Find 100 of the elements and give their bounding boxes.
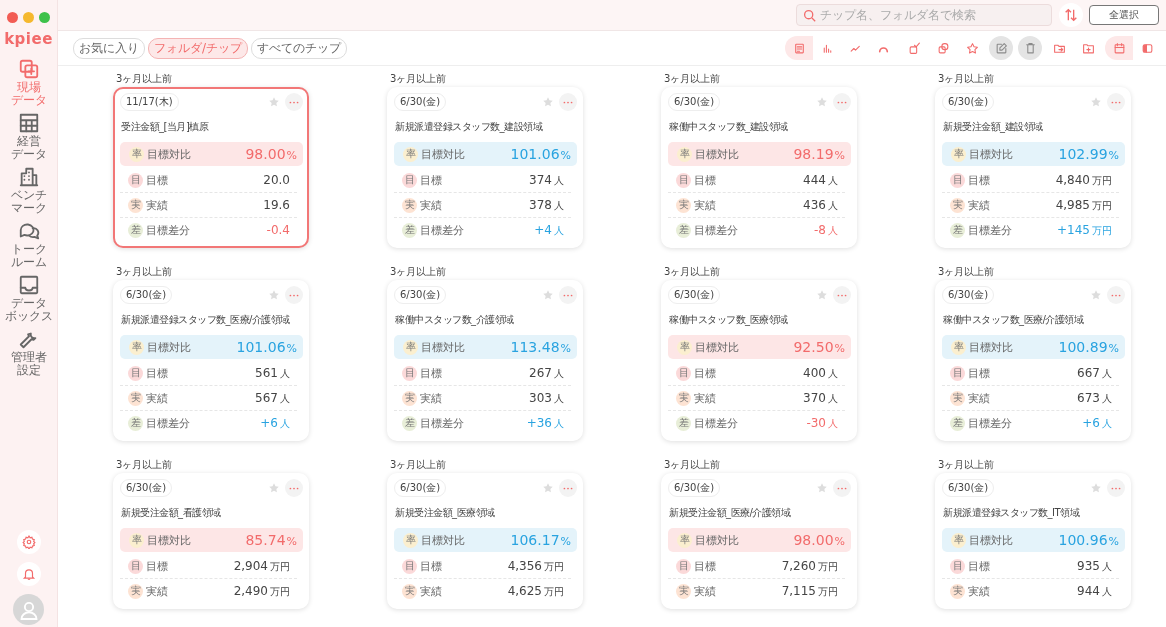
minimize-window-icon[interactable] (23, 12, 34, 23)
metric-badge: 率 (129, 532, 144, 548)
sort-button[interactable] (1059, 3, 1083, 27)
kpi-card[interactable]: 6/30(金) 稼働中スタッフ数_医療/介護領域 率 目標対比 100.89% 目 目標 667 人 実 実績 673 人 差 目標差分 +6 人 (935, 280, 1131, 441)
more-button[interactable] (833, 286, 851, 304)
kpi-card[interactable]: 6/30(金) 新規受注金額_看護領域 率 目標対比 85.74% 目 目標 2,904 万円 実 実績 2,490 万円 (113, 473, 309, 609)
favorite-star-icon[interactable] (542, 289, 554, 301)
more-button[interactable] (559, 286, 577, 304)
metric-label: 実績 (420, 390, 443, 406)
metric-label: 目標対比 (969, 146, 1014, 162)
select-all-button[interactable]: 全選択 (1089, 5, 1159, 25)
search-icon (803, 8, 816, 22)
favorite-star-icon[interactable] (268, 96, 280, 108)
edit-icon (994, 41, 1008, 55)
kpi-card[interactable]: 6/30(金) 稼働中スタッフ数_医療領域 率 目標対比 92.50% 目 目標 400 人 実 実績 370 人 差 目標差分 -30 人 (661, 280, 857, 441)
metric-label: 目標差分 (694, 222, 739, 238)
metric-label: 目標差分 (420, 222, 465, 238)
building-icon (17, 166, 40, 188)
more-button[interactable] (285, 286, 303, 304)
metric-badge: 差 (676, 415, 691, 431)
kpi-card[interactable]: 6/30(金) 稼働中スタッフ数_介護領域 率 目標対比 113.48% 目 目標 267 人 実 実績 303 人 差 目標差分 +36 人 (387, 280, 583, 441)
metric-badge: 率 (677, 339, 692, 355)
metric-value: 101.06% (236, 339, 297, 355)
kpi-card[interactable]: 6/30(金) 新規受注金額_医療領域 率 目標対比 106.17% 目 目標 4,356 万円 実 実績 4,625 万円 (387, 473, 583, 609)
period-label: 3ヶ月以上前 (937, 73, 996, 85)
kpi-card[interactable]: 6/30(金) 新規受注金額_医療/介護領域 率 目標対比 98.00% 目 目標 7,260 万円 実 実績 7,115 万円 (661, 473, 857, 609)
more-button[interactable] (559, 479, 577, 497)
metric-badge: 目 (676, 172, 691, 188)
metric-badge: 実 (950, 197, 965, 213)
card-title: 稼働中スタッフ数_医療/介護領域 (943, 313, 1085, 327)
inbox-tray-icon (17, 274, 40, 296)
metric-badge: 目 (950, 365, 965, 381)
sidebar-item[interactable]: 管理者 設定 (3, 328, 54, 377)
metric-value: 444 人 (803, 172, 838, 188)
kpi-card[interactable]: 11/17(木) 受注金額_[当月]槙原 率 目標対比 98.00% 目 目標 20.0 実 実績 19.6 差 目標差分 -0.4 (113, 87, 309, 248)
metric-value: 4,625 万円 (507, 583, 564, 599)
period-label: 3ヶ月以上前 (389, 266, 448, 278)
notifications-button[interactable] (16, 562, 41, 586)
metric-label: 目標対比 (969, 339, 1014, 355)
more-button[interactable] (285, 479, 303, 497)
kpi-card[interactable]: 6/30(金) 新規派遣登録スタッフ数_IT領域 率 目標対比 100.96% 目 目標 935 人 実 実績 944 人 (935, 473, 1131, 609)
favorite-star-icon[interactable] (268, 289, 280, 301)
metric-value: -30 人 (806, 415, 838, 431)
star-icon (965, 41, 979, 55)
metric-label: 実績 (968, 390, 991, 406)
favorite-star-icon[interactable] (542, 96, 554, 108)
bell-icon (21, 567, 36, 581)
kpi-card[interactable]: 6/30(金) 新規受注金額_建設領域 率 目標対比 102.99% 目 目標 4,840 万円 実 実績 4,985 万円 差 目標差分 +145 万円 (935, 87, 1131, 248)
more-button[interactable] (1107, 286, 1125, 304)
favorite-star-icon[interactable] (816, 289, 828, 301)
sidebar-item[interactable]: 経営 データ (3, 112, 54, 161)
more-button[interactable] (1107, 93, 1125, 111)
sidebar-item[interactable]: ベンチ マーク (3, 166, 54, 215)
favorite-star-icon[interactable] (542, 482, 554, 494)
metric-label: 目標 (968, 365, 991, 381)
more-button[interactable] (559, 93, 577, 111)
close-window-icon[interactable] (7, 12, 18, 23)
view-toggle[interactable] (1105, 36, 1133, 60)
metric-value: 7,115 万円 (781, 583, 838, 599)
kpi-card[interactable]: 6/30(金) 新規派遣登録スタッフ数_医療/介護領域 率 目標対比 101.06% 目 目標 561 人 実 実績 567 人 差 目標差分 +6 人 (113, 280, 309, 441)
side-panel-icon (1140, 41, 1154, 55)
kpi-card[interactable]: 6/30(金) 新規派遣登録スタッフ数_建設領域 率 目標対比 101.06% 目 目標 374 人 実 実績 378 人 差 目標差分 +4 人 (387, 87, 583, 248)
metric-label: 実績 (420, 197, 443, 213)
metric-label: 目標対比 (969, 532, 1014, 548)
more-icon (289, 293, 299, 297)
copy-plus-icon (17, 58, 40, 80)
maximize-window-icon[interactable] (39, 12, 50, 23)
metric-value: 113.48% (510, 339, 571, 355)
metric-value: 100.96% (1058, 532, 1119, 548)
favorite-star-icon[interactable] (816, 482, 828, 494)
favorite-star-icon[interactable] (1090, 96, 1102, 108)
metric-badge: 目 (676, 365, 691, 381)
more-button[interactable] (285, 93, 303, 111)
nav-label: ルーム (10, 256, 47, 269)
more-button[interactable] (1107, 479, 1125, 497)
metric-value: 7,260 万円 (781, 558, 838, 574)
more-button[interactable] (833, 479, 851, 497)
sidebar-item[interactable]: トーク ルーム (3, 220, 54, 269)
favorite-star-icon[interactable] (268, 482, 280, 494)
favorite-star-icon[interactable] (816, 96, 828, 108)
kpi-card[interactable]: 6/30(金) 稼働中スタッフ数_建設領域 率 目標対比 98.19% 目 目標 444 人 実 実績 436 人 差 目標差分 -8 人 (661, 87, 857, 248)
card-title: 新規受注金額_看護領域 (121, 506, 222, 520)
filter-tab[interactable]: すべてのチップ (251, 37, 348, 59)
metric-value: 98.19% (793, 146, 845, 162)
more-button[interactable] (833, 93, 851, 111)
user-avatar[interactable] (13, 594, 44, 625)
favorite-star-icon[interactable] (1090, 289, 1102, 301)
metric-badge: 率 (403, 146, 418, 162)
metric-label: 目標対比 (147, 532, 192, 548)
search-field[interactable]: チップ名、フォルダ名で検索 (796, 4, 1052, 26)
settings-button[interactable] (16, 530, 41, 554)
metric-label: 実績 (694, 197, 717, 213)
favorite-star-icon[interactable] (1090, 482, 1102, 494)
search-input[interactable]: チップ名、フォルダ名で検索 (820, 8, 1045, 22)
sidebar-item[interactable]: データ ボックス (3, 274, 54, 323)
filter-tab[interactable]: お気に入り (73, 37, 145, 59)
view-toggle[interactable] (785, 36, 813, 60)
period-label: 3ヶ月以上前 (663, 266, 722, 278)
metric-value: -0.4 (266, 223, 290, 237)
metric-value: 303 人 (529, 390, 564, 406)
